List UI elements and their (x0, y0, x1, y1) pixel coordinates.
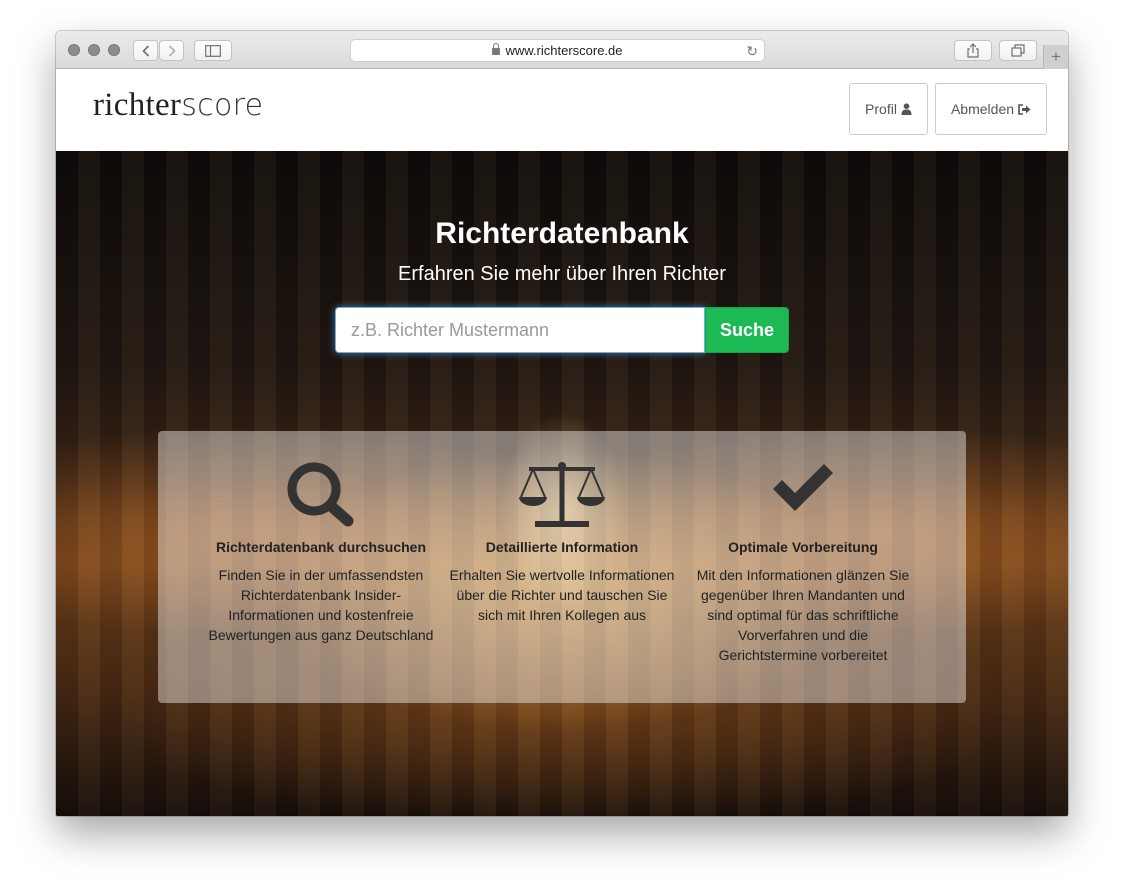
tabs-button[interactable] (999, 40, 1037, 61)
profile-button[interactable]: Profil (849, 83, 928, 135)
profile-label: Profil (865, 101, 897, 117)
back-button[interactable] (133, 40, 158, 61)
search-icon (287, 462, 354, 527)
forward-button[interactable] (159, 40, 184, 61)
feature-title: Optimale Vorbereitung (728, 539, 878, 555)
browser-window: www.richterscore.de ↻ + richterscore Pro… (56, 31, 1068, 816)
logout-label: Abmelden (950, 101, 1015, 117)
hero-section: Richterdatenbank Erfahren Sie mehr über … (56, 151, 1068, 816)
scales-icon (519, 462, 605, 527)
sign-out-icon (1018, 103, 1031, 115)
back-icon (141, 44, 149, 57)
user-icon (901, 103, 912, 115)
hero-subtitle: Erfahren Sie mehr über Ihren Richter (398, 263, 726, 285)
feature-text: Erhalten Sie wertvolle Informationen übe… (449, 567, 675, 623)
url-text: www.richterscore.de (505, 43, 623, 58)
new-tab-icon[interactable]: + (1043, 45, 1068, 69)
zoom-window-icon[interactable] (108, 44, 120, 56)
judge-search-input[interactable] (335, 307, 705, 353)
reload-icon[interactable]: ↻ (746, 43, 758, 60)
share-button[interactable] (954, 40, 992, 61)
logout-button[interactable]: Abmelden (935, 83, 1047, 135)
feature-text: Mit den Informationen glänzen Sie gegenü… (696, 567, 910, 663)
forward-icon (168, 44, 176, 57)
sidebar-icon (205, 44, 221, 57)
checkmark-icon (773, 464, 833, 511)
sidebar-button[interactable] (194, 40, 232, 61)
search-button[interactable]: Suche (705, 307, 789, 353)
feature-title: Detaillierte Information (485, 539, 639, 555)
address-bar[interactable]: www.richterscore.de ↻ (350, 39, 765, 62)
tabs-icon (1011, 44, 1025, 57)
site-header: richterscore Profil Abmelden (56, 69, 1068, 151)
features-panel: Richterdatenbank durchsuchen Finden Sie … (158, 431, 966, 703)
site-logo[interactable]: richterscore (93, 87, 263, 124)
feature-text: Finden Sie in der umfassendsten Richterd… (208, 567, 434, 643)
browser-toolbar: www.richterscore.de ↻ + (56, 31, 1068, 69)
close-window-icon[interactable] (68, 44, 80, 56)
hero-title: Richterdatenbank (435, 217, 689, 250)
logo-bold-text: richter (93, 87, 182, 123)
minimize-window-icon[interactable] (88, 44, 100, 56)
lock-icon (492, 43, 501, 55)
share-icon (967, 43, 979, 58)
logo-light-text: score (181, 88, 264, 123)
feature-title: Richterdatenbank durchsuchen (215, 539, 427, 555)
